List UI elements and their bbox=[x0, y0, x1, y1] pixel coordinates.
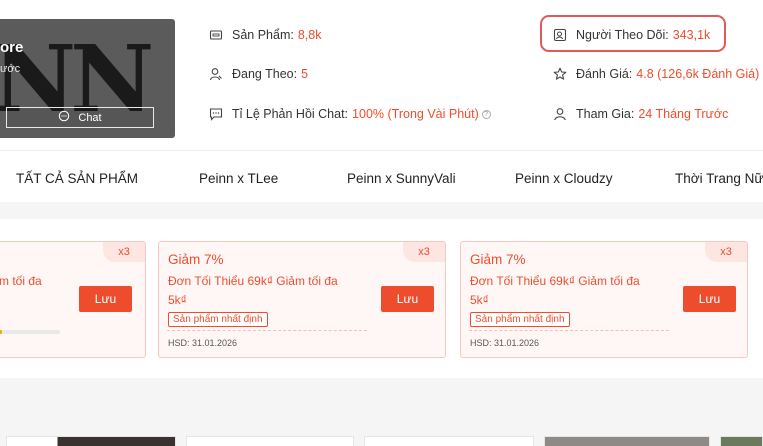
shop-status: ước bbox=[0, 63, 21, 75]
product-thumbnail[interactable] bbox=[186, 436, 354, 446]
followers-highlight bbox=[540, 15, 726, 52]
tab-peinn-tlee[interactable]: Peinn x TLee bbox=[199, 171, 278, 186]
chat-button-label: Chat bbox=[78, 111, 102, 124]
stat-chat-response: Tỉ Lệ Phản Hồi Chat: 100% (Trong Vài Phú… bbox=[209, 107, 491, 121]
tab-all-products[interactable]: TẤT CẢ SẢN PHẨM bbox=[16, 171, 138, 186]
voucher-divider bbox=[167, 330, 367, 331]
voucher-card: m tối đa x3 Lưu bbox=[0, 241, 146, 358]
joined-value: 24 Tháng Trước bbox=[638, 107, 729, 121]
stat-products: Sản Phẩm: 8,8k bbox=[209, 28, 321, 42]
help-icon[interactable]: ? bbox=[481, 109, 491, 119]
voucher-expiry: HSD: 31.01.2026 bbox=[168, 338, 238, 348]
voucher-expiry: HSD: 31.01.2026 bbox=[470, 338, 540, 348]
product-thumbnail[interactable] bbox=[6, 436, 176, 446]
user-follow-icon bbox=[209, 67, 223, 81]
products-count: 8,8k bbox=[297, 28, 322, 42]
voucher-multiplier: x3 bbox=[403, 242, 445, 262]
voucher-card: Giảm 7% Đơn Tối Thiểu 69k₫ Giảm tối đa 5… bbox=[460, 241, 748, 358]
save-voucher-button[interactable]: Lưu bbox=[381, 286, 434, 312]
shop-header: NN ore ước Chat Sản Phẩm: 8,8k Đang Theo… bbox=[0, 0, 763, 150]
product-grid bbox=[0, 436, 763, 446]
chat-response-rate: 100% (Trong Vài Phút) bbox=[352, 107, 479, 121]
voucher-multiplier: x3 bbox=[103, 242, 145, 262]
voucher-divider bbox=[469, 330, 669, 331]
store-icon bbox=[209, 28, 223, 42]
save-voucher-button[interactable]: Lưu bbox=[79, 286, 132, 312]
voucher-description: Đơn Tối Thiểu 69k₫ Giảm tối đa 5k₫ bbox=[168, 274, 338, 307]
voucher-usage-fill bbox=[0, 330, 3, 334]
voucher-card: Giảm 7% Đơn Tối Thiểu 69k₫ Giảm tối đa 5… bbox=[158, 241, 446, 358]
voucher-tag: Sản phẩm nhất định bbox=[168, 312, 268, 327]
product-thumbnail[interactable] bbox=[720, 436, 763, 446]
following-count: 5 bbox=[301, 67, 309, 81]
rating-value: 4.8 (126,6k Đánh Giá) bbox=[636, 67, 760, 81]
chat-bubble-icon bbox=[58, 110, 70, 125]
tab-peinn-sunnyvali[interactable]: Peinn x SunnyVali bbox=[347, 171, 456, 186]
product-thumbnail[interactable] bbox=[544, 436, 710, 446]
voucher-multiplier: x3 bbox=[705, 242, 747, 262]
save-voucher-button[interactable]: Lưu bbox=[683, 286, 736, 312]
star-icon bbox=[553, 67, 567, 81]
stat-following: Đang Theo: 5 bbox=[209, 67, 308, 81]
voucher-usage-progress bbox=[0, 330, 60, 334]
tab-womens-fashion[interactable]: Thời Trang Nữ bbox=[675, 171, 763, 186]
shop-name: ore bbox=[0, 39, 24, 56]
stat-rating: Đánh Giá: 4.8 (126,6k Đánh Giá) bbox=[553, 67, 759, 81]
product-thumbnail[interactable] bbox=[364, 436, 534, 446]
voucher-section: m tối đa x3 Lưu Giảm 7% Đơn Tối Thiểu 69… bbox=[0, 219, 763, 378]
user-icon bbox=[553, 107, 567, 121]
voucher-discount: Giảm 7% bbox=[470, 252, 526, 267]
stat-joined: Tham Gia: 24 Tháng Trước bbox=[553, 107, 728, 121]
voucher-description: Đơn Tối Thiểu 69k₫ Giảm tối đa 5k₫ bbox=[470, 274, 640, 307]
tab-peinn-cloudzy[interactable]: Peinn x Cloudzy bbox=[515, 171, 613, 186]
voucher-discount: Giảm 7% bbox=[168, 252, 224, 267]
chat-bubble-icon bbox=[209, 107, 223, 121]
shop-tabs: TẤT CẢ SẢN PHẨM Peinn x TLee Peinn x Sun… bbox=[0, 150, 763, 202]
chat-button[interactable]: Chat bbox=[6, 107, 154, 128]
voucher-tag: Sản phẩm nhất định bbox=[470, 312, 570, 327]
shop-banner: NN ore ước Chat bbox=[0, 19, 175, 138]
